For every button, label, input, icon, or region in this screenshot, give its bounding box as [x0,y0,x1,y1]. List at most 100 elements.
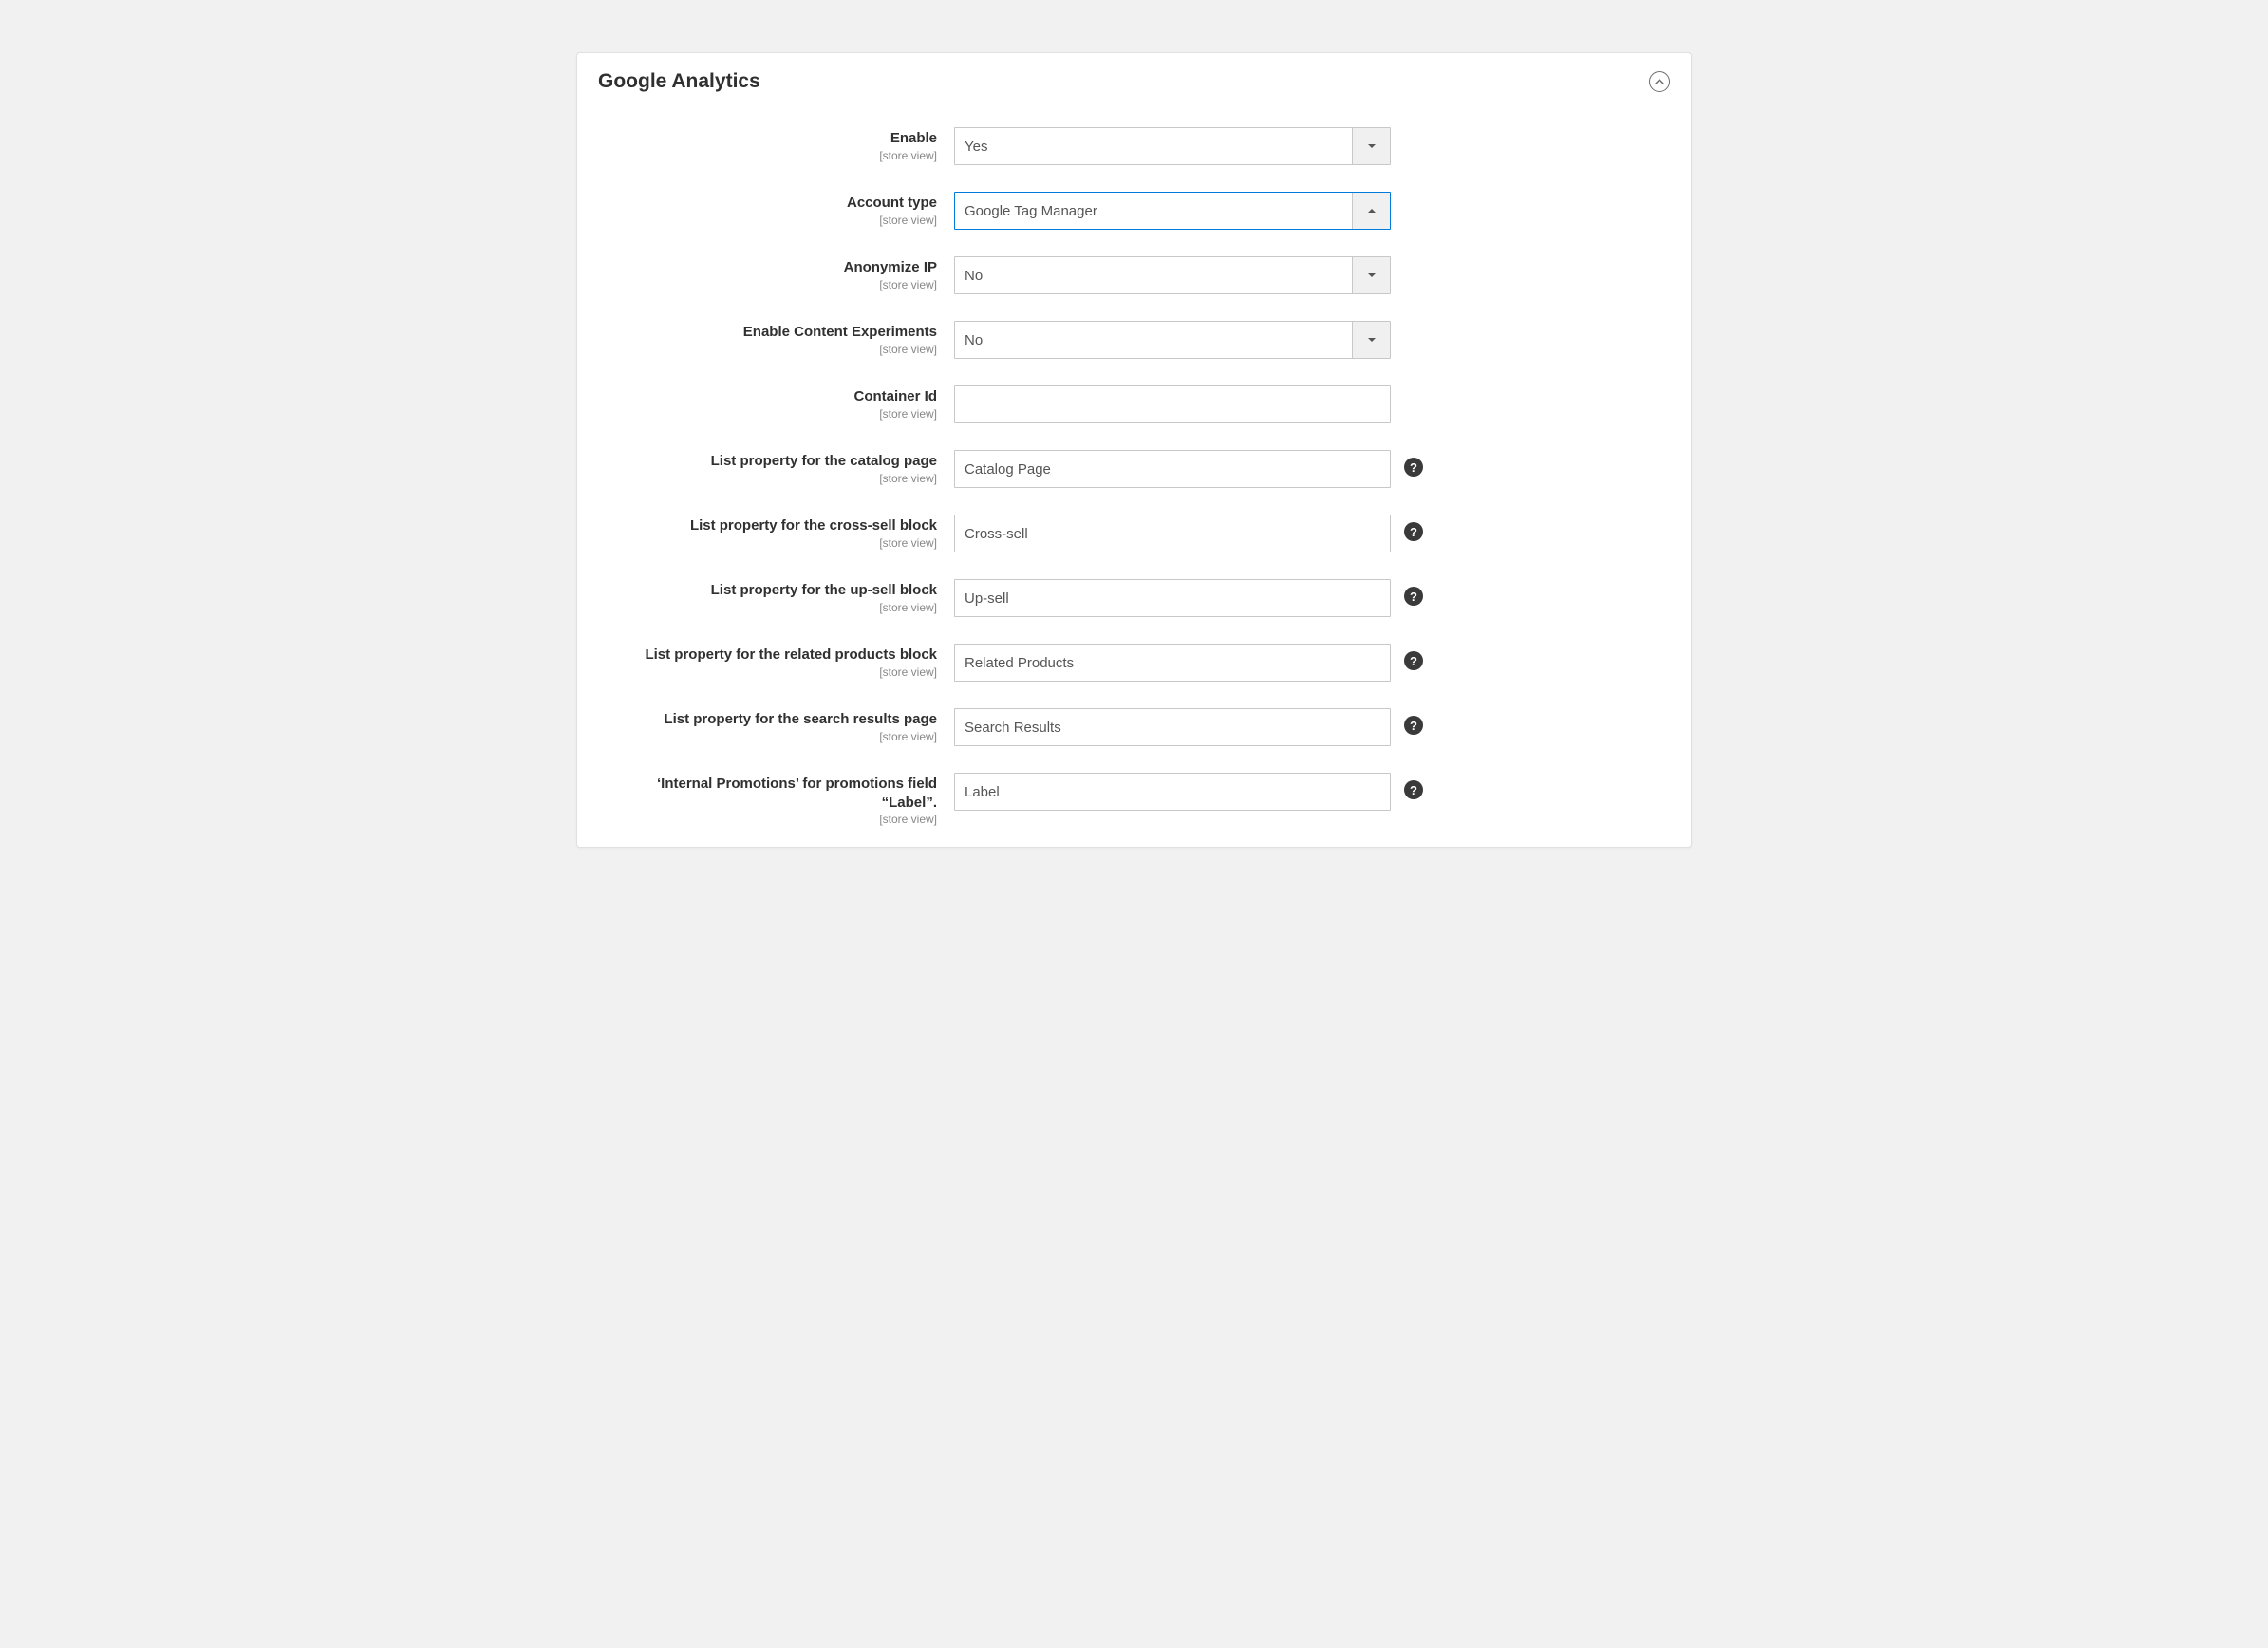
search-results-input[interactable]: Search Results [954,708,1391,746]
google-analytics-panel: Google Analytics Enable [store view] Yes… [576,52,1692,848]
row-enable: Enable [store view] Yes [598,127,1670,165]
select-caret [1352,257,1390,293]
field-label: ‘Internal Promotions’ for promotions fie… [598,775,937,812]
field-scope: [store view] [598,665,937,679]
row-account-type: Account type [store view] Google Tag Man… [598,192,1670,230]
input-value: Up-sell [965,590,1009,607]
control-col: Label [954,773,1391,811]
caret-down-icon [1367,335,1377,345]
row-container-id: Container Id [store view] [598,385,1670,423]
input-value: Label [965,784,1000,800]
caret-up-icon [1367,206,1377,215]
panel-title: Google Analytics [598,70,760,93]
control-col: Up-sell [954,579,1391,617]
field-scope: [store view] [598,536,937,550]
control-col: Search Results [954,708,1391,746]
field-label: Account type [598,194,937,213]
select-caret [1352,193,1390,229]
help-col [1391,256,1429,264]
control-col: No [954,321,1391,359]
help-icon[interactable]: ? [1404,651,1423,670]
field-label: Enable Content Experiments [598,323,937,342]
label-col: Enable Content Experiments [store view] [598,321,954,356]
field-label: List property for the catalog page [598,452,937,471]
help-col: ? [1391,644,1429,670]
field-scope: [store view] [598,407,937,421]
select-value: No [955,332,1352,348]
internal-promotions-input[interactable]: Label [954,773,1391,811]
field-label: List property for the search results pag… [598,710,937,729]
label-col: List property for the search results pag… [598,708,954,743]
field-scope: [store view] [598,601,937,614]
row-catalog-page: List property for the catalog page [stor… [598,450,1670,488]
help-col: ? [1391,708,1429,735]
help-col: ? [1391,579,1429,606]
field-scope: [store view] [598,214,937,227]
field-label: Enable [598,129,937,148]
help-col [1391,385,1429,393]
label-col: ‘Internal Promotions’ for promotions fie… [598,773,954,826]
related-products-input[interactable]: Related Products [954,644,1391,682]
row-content-experiments: Enable Content Experiments [store view] … [598,321,1670,359]
input-value: Cross-sell [965,526,1028,542]
row-cross-sell: List property for the cross-sell block [… [598,515,1670,552]
control-col: Catalog Page [954,450,1391,488]
input-value: Related Products [965,655,1074,671]
help-col: ? [1391,515,1429,541]
enable-select[interactable]: Yes [954,127,1391,165]
field-scope: [store view] [598,149,937,162]
label-col: Anonymize IP [store view] [598,256,954,291]
control-col: Google Tag Manager [954,192,1391,230]
input-value: Catalog Page [965,461,1051,478]
field-scope: [store view] [598,278,937,291]
up-sell-input[interactable]: Up-sell [954,579,1391,617]
field-scope: [store view] [598,472,937,485]
help-icon[interactable]: ? [1404,780,1423,799]
panel-header: Google Analytics [598,70,1670,93]
content-experiments-select[interactable]: No [954,321,1391,359]
label-col: Container Id [store view] [598,385,954,421]
field-label: Anonymize IP [598,258,937,277]
help-col: ? [1391,773,1429,799]
row-search-results: List property for the search results pag… [598,708,1670,746]
cross-sell-input[interactable]: Cross-sell [954,515,1391,552]
field-label: List property for the up-sell block [598,581,937,600]
field-label: Container Id [598,387,937,406]
label-col: Account type [store view] [598,192,954,227]
select-value: Google Tag Manager [955,203,1352,219]
control-col: Yes [954,127,1391,165]
select-value: Yes [955,139,1352,155]
field-label: List property for the cross-sell block [598,516,937,535]
select-value: No [955,268,1352,284]
help-col [1391,321,1429,328]
help-col [1391,127,1429,135]
label-col: Enable [store view] [598,127,954,162]
container-id-input[interactable] [954,385,1391,423]
help-icon[interactable]: ? [1404,458,1423,477]
help-col: ? [1391,450,1429,477]
control-col: No [954,256,1391,294]
row-internal-promotions: ‘Internal Promotions’ for promotions fie… [598,773,1670,826]
select-caret [1352,128,1390,164]
caret-down-icon [1367,141,1377,151]
catalog-page-input[interactable]: Catalog Page [954,450,1391,488]
label-col: List property for the up-sell block [sto… [598,579,954,614]
help-icon[interactable]: ? [1404,522,1423,541]
help-icon[interactable]: ? [1404,716,1423,735]
control-col [954,385,1391,423]
label-col: List property for the cross-sell block [… [598,515,954,550]
input-value: Search Results [965,720,1061,736]
field-scope: [store view] [598,813,937,826]
label-col: List property for the catalog page [stor… [598,450,954,485]
collapse-toggle[interactable] [1649,71,1670,92]
anonymize-ip-select[interactable]: No [954,256,1391,294]
control-col: Related Products [954,644,1391,682]
row-related-products: List property for the related products b… [598,644,1670,682]
help-icon[interactable]: ? [1404,587,1423,606]
row-up-sell: List property for the up-sell block [sto… [598,579,1670,617]
label-col: List property for the related products b… [598,644,954,679]
select-caret [1352,322,1390,358]
caret-down-icon [1367,271,1377,280]
row-anonymize-ip: Anonymize IP [store view] No [598,256,1670,294]
account-type-select[interactable]: Google Tag Manager [954,192,1391,230]
